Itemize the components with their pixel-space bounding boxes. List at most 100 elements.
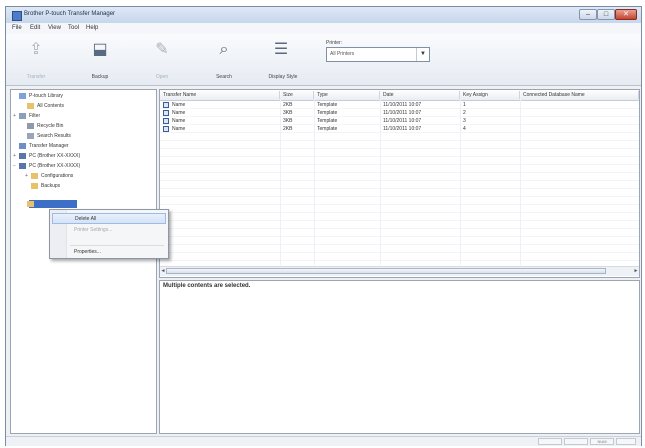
menu-delete-all[interactable]: Delete All (52, 213, 166, 224)
tree-item-label: All Contents (37, 103, 64, 109)
backup-label: Backup (91, 74, 109, 80)
row-gridline (160, 228, 639, 229)
menu-tool[interactable]: Tool (68, 25, 79, 31)
tree-item[interactable]: Search Results (21, 132, 71, 140)
transfer-list[interactable]: Transfer Name Size Type Date Key Assign Conne… (159, 89, 640, 278)
table-row[interactable]: Name 2KB Template 11/10/2011 10:07 4 (160, 125, 639, 133)
cell-text: 3KB (283, 118, 293, 124)
tree-item-label: P-touch Library (29, 93, 63, 99)
row-gridline (160, 252, 639, 253)
close-button[interactable]: ✕ (615, 9, 637, 20)
cell-text: 3KB (283, 110, 293, 116)
cell-text: Name (172, 110, 186, 116)
open-button[interactable]: ✎ Open (144, 38, 180, 82)
template-file-icon (163, 117, 169, 124)
table-cell: 3KB (280, 117, 314, 125)
cell-text: 2 (463, 110, 466, 116)
table-cell: 11/10/2011 10:07 (380, 125, 460, 133)
horizontal-scrollbar[interactable]: ◄ ► (160, 266, 639, 276)
search-results-icon (27, 132, 34, 139)
table-row[interactable]: Name 3KB Template 11/10/2011 10:07 2 (160, 109, 639, 117)
row-gridline (160, 220, 639, 221)
row-gridline (160, 164, 639, 165)
tree-item[interactable]: P-touch Library (13, 92, 63, 100)
tree-item[interactable] (21, 200, 37, 208)
cell-text: 1 (463, 102, 466, 108)
table-cell: 2KB (280, 101, 314, 109)
chevron-down-icon[interactable]: ▼ (416, 48, 429, 61)
tree-item[interactable]: Backups (25, 182, 60, 190)
row-gridline (160, 236, 639, 237)
cell-text: 3 (463, 118, 466, 124)
row-gridline (160, 140, 639, 141)
tree-item[interactable]: + PC (Brother XX-XXXX) (13, 152, 80, 160)
printer-icon (19, 162, 26, 169)
template-file-cell: Name (160, 125, 280, 133)
template-file-cell: Name (160, 101, 280, 109)
table-cell: Template (314, 101, 380, 109)
tree-item-label: Backups (41, 183, 61, 189)
menu-help[interactable]: Help (86, 25, 98, 31)
tree-item[interactable]: Transfer Manager (13, 142, 69, 150)
menu-printer-settings[interactable]: Printer Settings... (52, 225, 166, 236)
column-header[interactable]: Type (314, 91, 380, 99)
title-bar[interactable]: Brother P-touch Transfer Manager – □ ✕ (6, 7, 641, 24)
transfer-label: Transfer (26, 74, 46, 80)
transfer-button[interactable]: ⇪ Transfer (18, 38, 54, 82)
menu-separator (70, 245, 164, 246)
template-file-cell: Name (160, 109, 280, 117)
cell-text: 11/10/2011 10:07 (383, 118, 422, 124)
cell-text: Template (317, 110, 338, 116)
folder-icon (31, 172, 38, 179)
backup-button[interactable]: ⬓ Backup (82, 38, 118, 82)
row-gridline (160, 204, 639, 205)
tree-item[interactable]: − PC (Brother XX-XXXX) (13, 162, 80, 170)
tree-item-label: Search Results (37, 133, 71, 139)
column-header[interactable]: Transfer Name (160, 91, 280, 99)
tree-item[interactable]: All Contents (21, 102, 64, 110)
table-cell: 4 (460, 125, 520, 133)
printer-select[interactable]: All Printers ▼ (326, 47, 430, 62)
folder-icon (31, 182, 38, 189)
tree-item[interactable]: Recycle Bin (21, 122, 63, 130)
search-button[interactable]: ⌕ Search (206, 38, 242, 82)
scroll-thumb[interactable] (166, 268, 606, 274)
column-header[interactable]: Connected Database Name (520, 91, 639, 99)
table-cell: Template (314, 125, 380, 133)
folder-icon (27, 102, 34, 109)
column-header[interactable]: Key Assign (460, 91, 520, 99)
row-gridline (160, 260, 639, 261)
folder-tree[interactable]: P-touch Library All Contents + Filter Recycl… (10, 89, 157, 434)
scroll-right-icon[interactable]: ► (633, 267, 639, 276)
template-file-icon (163, 101, 169, 108)
table-cell: 11/10/2011 10:07 (380, 117, 460, 125)
row-gridline (160, 196, 639, 197)
search-icon: ⌕ (219, 41, 229, 58)
maximize-button[interactable]: □ (597, 9, 615, 20)
table-cell (520, 125, 639, 133)
table-cell: Template (314, 109, 380, 117)
template-file-icon (163, 109, 169, 116)
table-row[interactable]: Name 3KB Template 11/10/2011 10:07 3 (160, 117, 639, 125)
context-menu: Delete All Printer Settings... Propertie… (49, 209, 169, 259)
tree-item-label: PC (Brother XX-XXXX) (29, 163, 81, 169)
open-label: Open (155, 74, 169, 80)
menu-properties[interactable]: Properties... (52, 247, 166, 258)
table-cell: 11/10/2011 10:07 (380, 109, 460, 117)
display-style-button[interactable]: ☰ Display Style (261, 38, 305, 82)
menu-view[interactable]: View (48, 25, 61, 31)
table-cell (520, 117, 639, 125)
menu-edit[interactable]: Edit (30, 25, 40, 31)
library-icon (19, 92, 26, 99)
tree-item-label: Filter (29, 113, 41, 119)
tree-item[interactable]: + Configurations (25, 172, 73, 180)
minimize-button[interactable]: – (579, 9, 597, 20)
tree-item[interactable]: + Filter (13, 112, 40, 120)
column-header[interactable]: Date (380, 91, 460, 99)
status-cell (538, 438, 562, 445)
column-header[interactable]: Size (280, 91, 314, 99)
cell-text: Template (317, 102, 338, 108)
menu-file[interactable]: File (12, 25, 22, 31)
table-row[interactable]: Name 2KB Template 11/10/2011 10:07 1 (160, 101, 639, 109)
table-cell: 3KB (280, 109, 314, 117)
